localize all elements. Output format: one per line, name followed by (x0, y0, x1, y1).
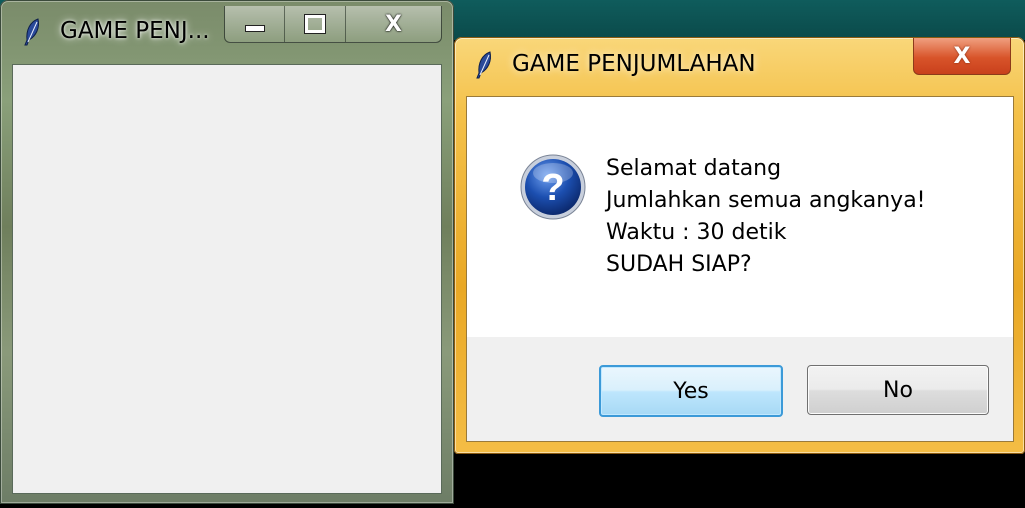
main-window-client-area (12, 64, 442, 494)
dialog-button-strip: Yes No (467, 337, 1013, 441)
minimize-button[interactable] (225, 6, 286, 42)
close-button[interactable]: X (346, 6, 441, 42)
message-line: Selamat datang (606, 156, 782, 181)
main-window-title: GAME PENJ... (60, 18, 210, 44)
maximize-button[interactable] (285, 6, 346, 42)
question-icon: ? (520, 154, 586, 220)
dialog-message: Selamat datang Jumlahkan semua angkanya!… (606, 153, 926, 281)
dialog-body: ? Selamat datang Jumlahkan semua angkany… (466, 96, 1014, 442)
close-icon: X (384, 11, 402, 37)
feather-icon (24, 18, 39, 46)
main-window: GAME PENJ... X (0, 0, 454, 504)
maximize-icon (304, 14, 327, 34)
feather-icon (476, 51, 491, 79)
caption-buttons: X (224, 6, 442, 43)
main-window-titlebar[interactable]: GAME PENJ... X (0, 0, 454, 62)
minimize-icon (244, 24, 265, 32)
yes-button[interactable]: Yes (599, 365, 783, 417)
no-button[interactable]: No (807, 365, 989, 415)
dialog-close-button[interactable]: X (913, 38, 1011, 75)
dialog-title: GAME PENJUMLAHAN (512, 51, 756, 77)
message-line: Jumlahkan semua angkanya! (606, 188, 926, 213)
message-line: SUDAH SIAP? (606, 252, 752, 277)
close-icon: X (953, 43, 971, 69)
message-dialog: GAME PENJUMLAHAN X ? Selamat datang Juml… (454, 37, 1025, 454)
message-line: Waktu : 30 detik (606, 220, 787, 245)
svg-text:?: ? (541, 167, 564, 209)
